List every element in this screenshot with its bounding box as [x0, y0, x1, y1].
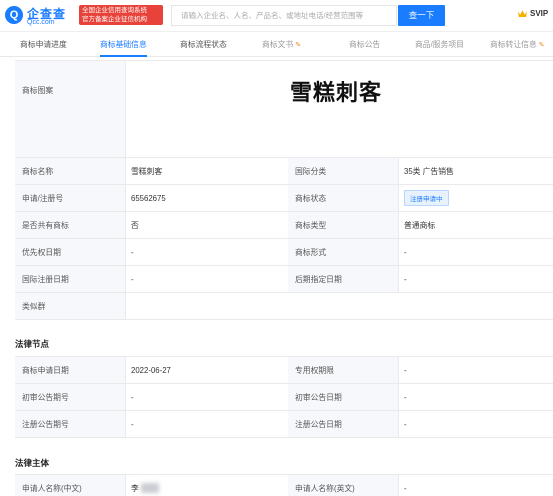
field-label: 优先权日期: [15, 239, 125, 265]
field-value: -: [404, 365, 407, 375]
table-row: 初审公告期号 - 初审公告日期 -: [15, 384, 553, 411]
tab-label: 商标申请进度: [20, 40, 67, 49]
status-badge: 注册申请中: [404, 190, 449, 206]
tab-announcements[interactable]: 商标公告: [349, 33, 380, 57]
tab-label: 商标基础信息: [100, 40, 147, 49]
top-header: Q 企查查 Qcc.com 全国企业信用查询系统 官方备案企业征信机构 查一下 …: [0, 0, 553, 32]
section-title-legal-subject: 法律主体: [15, 458, 50, 468]
trademark-image-text: 雪糕刺客: [290, 81, 383, 106]
field-label: 商标名称: [15, 158, 125, 184]
badge-line-2: 官方备案企业征信机构: [82, 16, 147, 23]
field-label: 注册公告期号: [15, 411, 125, 437]
table-row: 类似群: [15, 293, 553, 320]
field-value: 雪糕刺客: [131, 166, 163, 176]
logo-text-en: Qcc.com: [27, 19, 55, 26]
field-label: 后期指定日期: [288, 266, 398, 292]
tab-label: 商标流程状态: [180, 40, 227, 49]
field-label: 国际注册日期: [15, 266, 125, 292]
table-row: 商标申请日期 2022-06-27 专用权期限 -: [15, 357, 553, 384]
field-label: 初审公告期号: [15, 384, 125, 410]
field-value: -: [404, 419, 407, 429]
field-label: 申请/注册号: [15, 185, 125, 211]
search-input[interactable]: [172, 6, 396, 25]
field-label: 商标类型: [288, 212, 398, 238]
basic-info-table: 商标图案 雪糕刺客 商标名称 雪糕刺客 国际分类 35类 广告销售 申请/注册号…: [15, 60, 553, 320]
edit-pen-icon: ✎: [538, 42, 545, 49]
table-row: 申请/注册号 65562675 商标状态 注册申请中: [15, 185, 553, 212]
tab-basic-info[interactable]: 商标基础信息: [100, 33, 147, 57]
search-button[interactable]: 查一下: [398, 5, 445, 26]
field-value: 35类 广告销售: [404, 166, 454, 176]
table-row: 申请人名称(中文) 李 申请人名称(英文) -: [15, 475, 553, 496]
table-row: 商标名称 雪糕刺客 国际分类 35类 广告销售: [15, 158, 553, 185]
field-value: -: [404, 483, 407, 493]
tab-bar: 商标申请进度 商标基础信息 商标流程状态 商标文书 ✎ 商标公告 商品/服务项目 …: [0, 33, 553, 57]
field-value: 普通商标: [404, 220, 436, 230]
field-label: 初审公告日期: [288, 384, 398, 410]
tab-label: 商标公告: [349, 40, 381, 49]
field-value: 否: [131, 220, 139, 230]
field-label: 商标形式: [288, 239, 398, 265]
field-label: 申请人名称(英文): [288, 475, 398, 496]
applicant-name-cell: 李: [125, 475, 288, 496]
field-value: -: [131, 392, 134, 402]
table-row: 注册公告期号 - 注册公告日期 -: [15, 411, 553, 438]
field-value: -: [404, 274, 407, 284]
trademark-image: 雪糕刺客: [125, 61, 553, 157]
tab-label: 商品/服务项目: [415, 40, 464, 49]
field-label: 申请人名称(中文): [15, 475, 125, 496]
table-row: 优先权日期 - 商标形式 -: [15, 239, 553, 266]
field-label: 国际分类: [288, 158, 398, 184]
field-value: -: [404, 392, 407, 402]
legal-subject-table: 申请人名称(中文) 李 申请人名称(英文) -: [15, 474, 553, 496]
field-value: 李: [131, 483, 139, 493]
tab-label: 商标转让信息: [490, 40, 537, 49]
redacted-blur: [140, 483, 159, 493]
field-value: -: [131, 419, 134, 429]
official-badge: 全国企业信用查询系统 官方备案企业征信机构: [79, 5, 163, 25]
field-value: -: [131, 247, 134, 257]
tab-application-progress[interactable]: 商标申请进度: [20, 33, 67, 57]
field-label: 是否共有商标: [15, 212, 125, 238]
field-label: 商标申请日期: [15, 357, 125, 383]
logo-icon: Q: [5, 6, 23, 24]
tab-documents[interactable]: 商标文书 ✎: [262, 33, 301, 57]
field-label: 注册公告日期: [288, 411, 398, 437]
tab-transfer-info[interactable]: 商标转让信息 ✎: [490, 33, 545, 57]
field-label: 专用权期限: [288, 357, 398, 383]
trademark-image-row: 商标图案 雪糕刺客: [15, 61, 553, 158]
tab-goods-services[interactable]: 商品/服务项目: [415, 33, 464, 57]
edit-pen-icon: ✎: [295, 42, 302, 49]
field-value: -: [404, 247, 407, 257]
legal-nodes-table: 商标申请日期 2022-06-27 专用权期限 - 初审公告期号 - 初审公告日…: [15, 356, 553, 438]
tab-label: 商标文书: [262, 40, 294, 49]
field-value: [125, 293, 553, 319]
field-value: 2022-06-27: [131, 365, 171, 375]
section-title-legal-nodes: 法律节点: [15, 339, 50, 349]
tab-process-status[interactable]: 商标流程状态: [180, 33, 227, 57]
svip-entry[interactable]: SVIP: [518, 9, 548, 18]
table-row: 国际注册日期 - 后期指定日期 -: [15, 266, 553, 293]
table-row: 是否共有商标 否 商标类型 普通商标: [15, 212, 553, 239]
crown-icon: [518, 10, 527, 18]
status-cell: 注册申请中: [398, 185, 553, 211]
svip-label: SVIP: [530, 9, 549, 18]
image-label: 商标图案: [15, 61, 125, 157]
field-value: 65562675: [131, 193, 166, 203]
field-label: 类似群: [15, 293, 125, 319]
field-value: -: [131, 274, 134, 284]
badge-line-1: 全国企业信用查询系统: [82, 7, 147, 14]
field-label: 商标状态: [288, 185, 398, 211]
search-box: [171, 5, 397, 26]
qcc-logo[interactable]: Q 企查查 Qcc.com: [5, 5, 75, 27]
